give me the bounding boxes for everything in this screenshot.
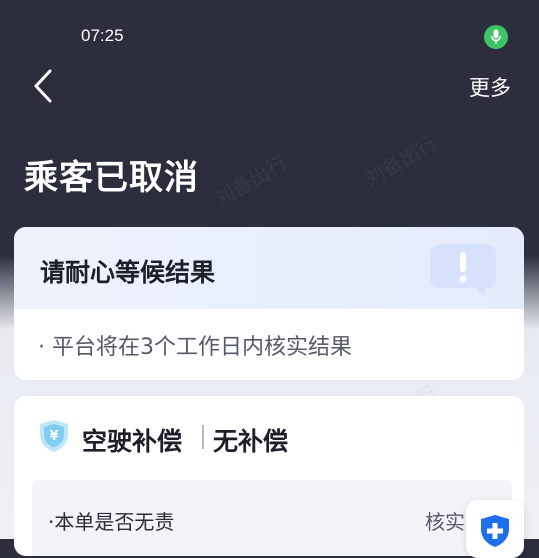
divider — [202, 425, 204, 449]
watermark: 刘备出行 — [360, 130, 442, 192]
liability-label: ·本单是否无责 — [48, 510, 175, 534]
status-time: 07:25 — [81, 26, 124, 45]
page-title: 乘客已取消 — [24, 158, 199, 198]
compensation-label: 空驶补偿 — [82, 427, 183, 456]
result-card: 请耐心等候结果 · 平台将在3个工作日内核实结果 — [14, 227, 524, 380]
more-button[interactable]: 更多 — [469, 72, 511, 102]
back-button[interactable] — [26, 66, 60, 106]
result-card-note: · 平台将在3个工作日内核实结果 — [38, 335, 352, 360]
shield-plus-icon — [481, 515, 509, 547]
exclamation-bubble-icon — [430, 244, 496, 296]
microphone-icon — [484, 25, 508, 49]
liability-value: 核实 — [425, 510, 465, 534]
liability-detail-row: ·本单是否无责 核实 — [32, 480, 512, 556]
svg-text:¥: ¥ — [49, 429, 58, 444]
chevron-left-icon — [34, 69, 52, 103]
safety-button[interactable] — [466, 500, 524, 558]
result-card-heading: 请耐心等候结果 — [40, 258, 216, 287]
watermark: 刘备出行 — [210, 150, 292, 212]
result-card-header: 请耐心等候结果 — [14, 227, 524, 309]
compensation-card: ¥ 空驶补偿 无补偿 ·本单是否无责 核实 — [14, 396, 524, 556]
yuan-shield-icon: ¥ — [40, 420, 68, 452]
compensation-value: 无补偿 — [213, 427, 289, 456]
